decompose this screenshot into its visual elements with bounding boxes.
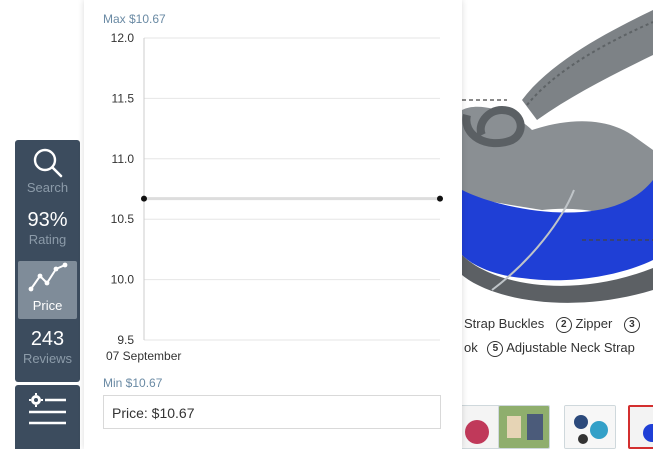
sidebar-item-rating[interactable]: 93% Rating bbox=[15, 208, 80, 258]
settings-list-icon bbox=[29, 393, 66, 425]
feature-strap-buckles: Strap Buckles bbox=[464, 316, 545, 331]
price-point bbox=[437, 195, 443, 202]
price-chart-icon bbox=[28, 262, 67, 292]
sidebar: Search 93% Rating Price 243 Reviews bbox=[15, 140, 80, 382]
sidebar-item-reviews[interactable]: 243 Reviews bbox=[15, 327, 80, 377]
y-tick-label: 12.0 bbox=[111, 31, 135, 45]
feature-zipper: Zipper bbox=[575, 316, 613, 331]
min-price-label: Min $10.67 bbox=[103, 376, 163, 390]
sidebar-search-label: Search bbox=[26, 180, 69, 195]
y-tick-label: 9.5 bbox=[117, 333, 134, 347]
feature-number-5: 5 bbox=[487, 340, 504, 357]
sidebar-price-label: Price bbox=[32, 298, 63, 313]
product-thumbnail[interactable] bbox=[498, 405, 550, 449]
price-point bbox=[141, 195, 147, 202]
feature-number-3: 3 bbox=[623, 316, 640, 333]
max-price-label: Max $10.67 bbox=[103, 12, 166, 26]
price-history-chart: 12.0 11.5 11.0 10.5 10.0 9.5 07 September bbox=[106, 31, 443, 363]
sidebar-item-search[interactable]: Search bbox=[15, 146, 80, 201]
y-tick-label: 11.5 bbox=[112, 91, 135, 105]
product-image-area: Strap Buckles 2 Zipper 3 ok 5 Adjustable… bbox=[462, 0, 653, 449]
x-tick-label: 07 September bbox=[106, 349, 181, 363]
pet-sling-bag-image bbox=[462, 10, 653, 303]
product-thumbnail[interactable] bbox=[462, 405, 502, 449]
reviews-label: Reviews bbox=[22, 351, 73, 366]
feature-line2-prefix: ok bbox=[464, 340, 478, 355]
rating-label: Rating bbox=[28, 232, 67, 247]
price-history-panel: Max $10.67 12.0 11.5 11.0 10.5 10.0 9.5 07 Sep… bbox=[84, 0, 462, 449]
rating-value: 93% bbox=[27, 209, 68, 231]
product-thumbnail-selected[interactable] bbox=[628, 405, 653, 449]
reviews-value: 243 bbox=[30, 328, 65, 350]
y-tick-label: 11.0 bbox=[112, 152, 135, 166]
product-thumbnail[interactable] bbox=[564, 405, 616, 449]
feature-number-2: 2 bbox=[555, 316, 572, 333]
sidebar-item-price[interactable]: Price bbox=[18, 261, 77, 319]
y-tick-label: 10.5 bbox=[111, 212, 135, 226]
settings-button[interactable] bbox=[15, 385, 80, 449]
y-tick-label: 10.0 bbox=[111, 273, 135, 287]
price-readout: Price: $10.67 bbox=[103, 395, 441, 429]
feature-adjustable-neck-strap: Adjustable Neck Strap bbox=[506, 340, 635, 355]
search-icon bbox=[33, 148, 62, 178]
